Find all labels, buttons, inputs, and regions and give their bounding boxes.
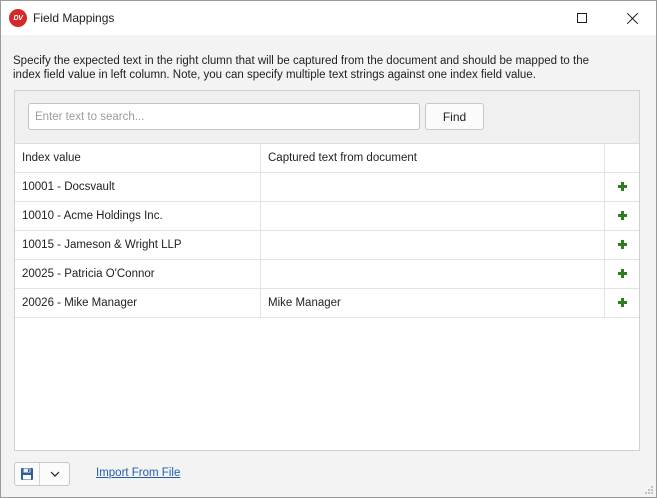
captured-text-cell[interactable] [261,173,605,201]
column-header-index-value[interactable]: Index value [15,144,261,172]
mapping-grid: Index value Captured text from document … [15,144,639,318]
index-value-cell[interactable]: 20026 - Mike Manager [15,289,261,317]
table-row[interactable]: 20025 - Patricia O'Connor [15,260,639,289]
app-logo: DV [9,9,27,27]
plus-icon [617,269,627,278]
table-row[interactable]: 10001 - Docsvault [15,173,639,202]
index-value-cell[interactable]: 10015 - Jameson & Wright LLP [15,231,261,259]
captured-text-cell[interactable] [261,260,605,288]
resize-grip-icon[interactable] [644,485,654,495]
maximize-icon [577,13,587,23]
search-bar: Find [15,91,639,144]
title-bar: DV Field Mappings [1,1,656,35]
captured-text-cell[interactable] [261,231,605,259]
captured-text-cell[interactable]: Mike Manager [261,289,605,317]
save-split-button [14,462,70,486]
add-mapping-button[interactable] [605,231,639,259]
field-mappings-window: DV Field Mappings Specify the expected t… [0,0,657,498]
index-value-cell[interactable]: 10001 - Docsvault [15,173,261,201]
grid-header: Index value Captured text from document [15,144,639,173]
add-mapping-button[interactable] [605,202,639,230]
import-from-file-link[interactable]: Import From File [96,467,180,479]
find-button[interactable]: Find [425,103,484,130]
add-mapping-button[interactable] [605,289,639,317]
plus-icon [617,240,627,249]
table-row[interactable]: 10015 - Jameson & Wright LLP [15,231,639,260]
index-value-cell[interactable]: 20025 - Patricia O'Connor [15,260,261,288]
column-header-action [605,144,639,172]
mapping-panel: Find Index value Captured text from docu… [14,90,640,451]
column-header-captured-text[interactable]: Captured text from document [261,144,605,172]
save-button[interactable] [15,463,40,485]
table-row[interactable]: 20026 - Mike Manager Mike Manager [15,289,639,318]
chevron-down-icon [50,471,59,477]
instructions-text: Specify the expected text in the right c… [13,55,589,81]
window-title: Field Mappings [33,11,115,25]
captured-text-cell[interactable] [261,202,605,230]
close-icon [626,12,639,25]
plus-icon [617,298,627,307]
plus-icon [617,211,627,220]
table-row[interactable]: 10010 - Acme Holdings Inc. [15,202,639,231]
add-mapping-button[interactable] [605,260,639,288]
maximize-button[interactable] [559,1,605,35]
close-button[interactable] [609,1,655,35]
floppy-disk-icon [21,468,33,480]
search-input[interactable] [28,103,420,130]
save-options-dropdown[interactable] [40,463,69,485]
plus-icon [617,182,627,191]
add-mapping-button[interactable] [605,173,639,201]
index-value-cell[interactable]: 10010 - Acme Holdings Inc. [15,202,261,230]
